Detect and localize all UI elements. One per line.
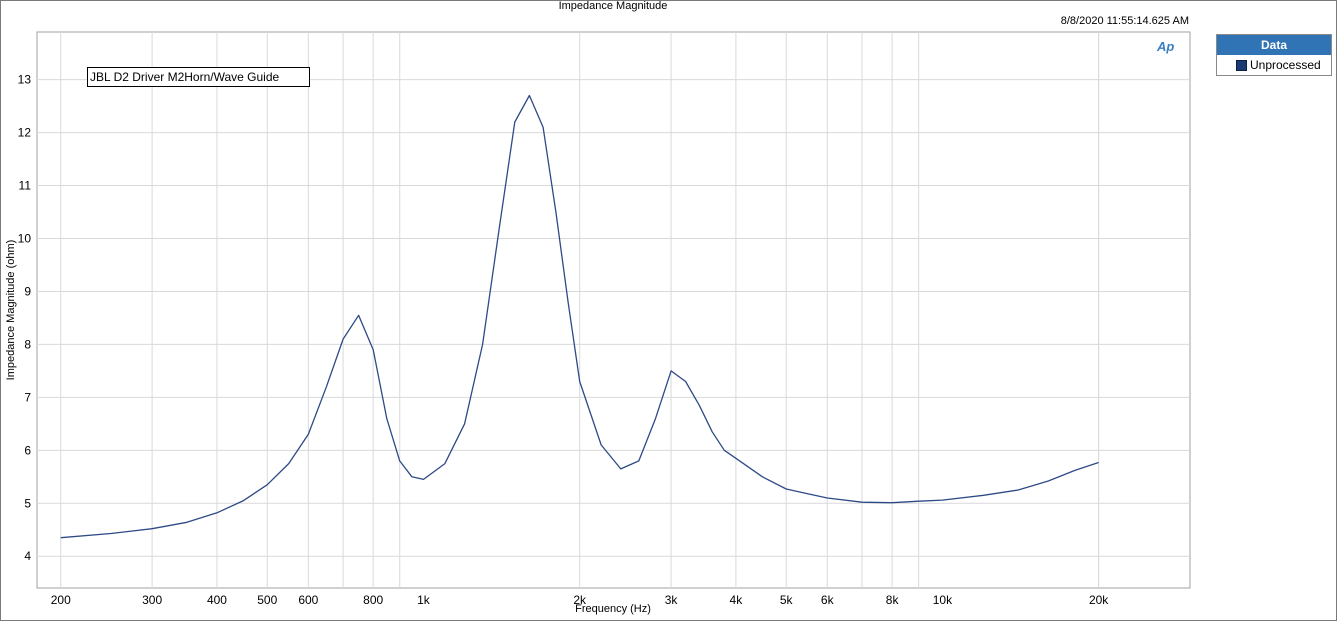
chart-title: Impedance Magnitude	[558, 0, 668, 12]
y-tick-label: 7	[24, 390, 31, 404]
legend-swatch	[1236, 59, 1247, 71]
y-tick-label: 6	[24, 443, 31, 457]
y-tick-label: 10	[18, 232, 32, 246]
x-axis-label: Frequency (Hz)	[575, 603, 651, 615]
plot-area	[36, 31, 1191, 589]
timestamp: 8/8/2020 11:55:14.625 AM	[1060, 15, 1189, 27]
chart-plot: 200 300 400 500 600 800 1k 2k 3k 4k 5k 6k 8k 10k 20k45…	[18, 31, 1191, 607]
y-tick-label: 4	[24, 549, 31, 563]
y-axis-label: Impedance Magnitude (ohm)	[5, 239, 17, 381]
grid-layer	[36, 31, 1191, 589]
legend-title: Data	[1217, 35, 1331, 55]
legend-label: Unprocessed	[1250, 58, 1321, 72]
y-tick-label: 9	[24, 284, 31, 298]
legend-item-unprocessed[interactable]: Unprocessed	[1217, 55, 1331, 75]
legend: Data Unprocessed	[1216, 34, 1332, 76]
y-tick-label: 13	[18, 73, 32, 87]
y-tick-label: 11	[19, 179, 32, 193]
y-tick-label: 5	[24, 496, 31, 510]
y-tick-label: 8	[24, 337, 31, 351]
chart-annotation: JBL D2 Driver M2Horn/Wave Guide	[87, 67, 310, 87]
ap-logo: Ap	[1157, 39, 1175, 54]
y-tick-label: 12	[18, 126, 32, 140]
